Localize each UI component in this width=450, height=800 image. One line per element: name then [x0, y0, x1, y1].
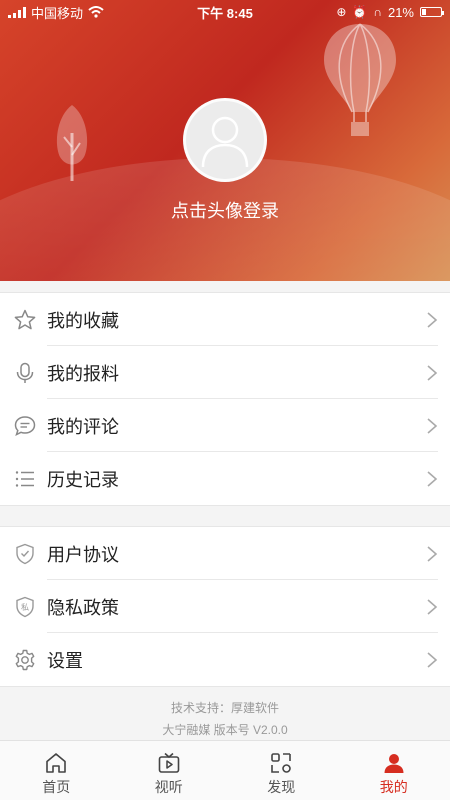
menu-item-label: 设置 [47, 651, 83, 671]
tab-label: 首页 [42, 779, 71, 795]
chevron-right-icon [427, 471, 438, 487]
svg-text:私: 私 [21, 603, 29, 612]
menu-item-comments[interactable]: 我的评论 [0, 399, 450, 452]
star-icon [14, 309, 36, 330]
login-prompt[interactable]: 点击头像登录 [0, 197, 450, 223]
chevron-right-icon [427, 546, 438, 562]
menu-item-label: 用户协议 [47, 545, 119, 565]
menu-item-label: 历史记录 [47, 470, 119, 490]
tab-discover[interactable]: 发现 [225, 741, 338, 800]
chevron-right-icon [427, 652, 438, 668]
gear-icon [15, 649, 35, 671]
chevron-right-icon [427, 599, 438, 615]
status-bar: 中国移动 下午 8:45 ⊕ ⏰ ∩ 21% [0, 0, 450, 24]
version-text: 大宁融媒 版本号 V2.0.0 [162, 723, 288, 737]
battery-percent: 21% [387, 4, 414, 20]
menu-item-label: 隐私政策 [47, 598, 119, 618]
shield-check-icon [16, 543, 34, 565]
profile-header: 中国移动 下午 8:45 ⊕ ⏰ ∩ 21% 点击头像登录 [0, 0, 450, 281]
alarm-icon: ⏰ [352, 5, 368, 19]
menu-item-user-agreement[interactable]: 用户协议 [0, 527, 450, 580]
app-info-footer: 技术支持：厚建软件 大宁融媒 版本号 V2.0.0 [0, 697, 450, 741]
microphone-icon [16, 362, 34, 383]
avatar[interactable] [183, 98, 267, 182]
tab-label: 我的 [379, 779, 408, 795]
user-icon [384, 754, 404, 773]
default-avatar-icon [201, 116, 249, 167]
rotation-lock-icon: ⊕ [336, 5, 347, 19]
chevron-right-icon [427, 365, 438, 381]
bottom-tab-bar: 首页 视听 发现 我的 [0, 740, 450, 800]
comment-icon [14, 416, 36, 436]
tab-home[interactable]: 首页 [0, 741, 113, 800]
tab-label: 视听 [154, 779, 183, 795]
menu-item-settings[interactable]: 设置 [0, 633, 450, 686]
menu-item-history[interactable]: 历史记录 [0, 452, 450, 505]
tech-support-text: 技术支持：厚建软件 [170, 701, 279, 715]
tab-label: 发现 [267, 779, 296, 795]
menu-item-favorites[interactable]: 我的收藏 [0, 293, 450, 346]
discover-icon [271, 753, 292, 773]
shield-private-icon: 私 [16, 596, 34, 618]
home-icon [46, 753, 67, 773]
menu-group-personal: 我的收藏 我的报料 我的评论 历史记录 [0, 292, 450, 506]
headphones-icon: ∩ [373, 5, 382, 19]
tv-icon [158, 752, 180, 773]
hot-air-balloon-illustration [324, 23, 396, 136]
tree-illustration [56, 105, 88, 181]
tab-mine[interactable]: 我的 [338, 741, 450, 800]
chevron-right-icon [427, 312, 438, 328]
menu-item-privacy-policy[interactable]: 私 隐私政策 [0, 580, 450, 633]
menu-item-label: 我的报料 [47, 364, 119, 384]
tab-audio-video[interactable]: 视听 [113, 741, 226, 800]
menu-item-label: 我的收藏 [47, 311, 119, 331]
menu-item-tips[interactable]: 我的报料 [0, 346, 450, 399]
battery-icon [420, 7, 444, 17]
chevron-right-icon [427, 418, 438, 434]
menu-item-label: 我的评论 [47, 417, 119, 437]
menu-group-settings: 用户协议 私 隐私政策 设置 [0, 526, 450, 687]
list-icon [15, 471, 34, 487]
